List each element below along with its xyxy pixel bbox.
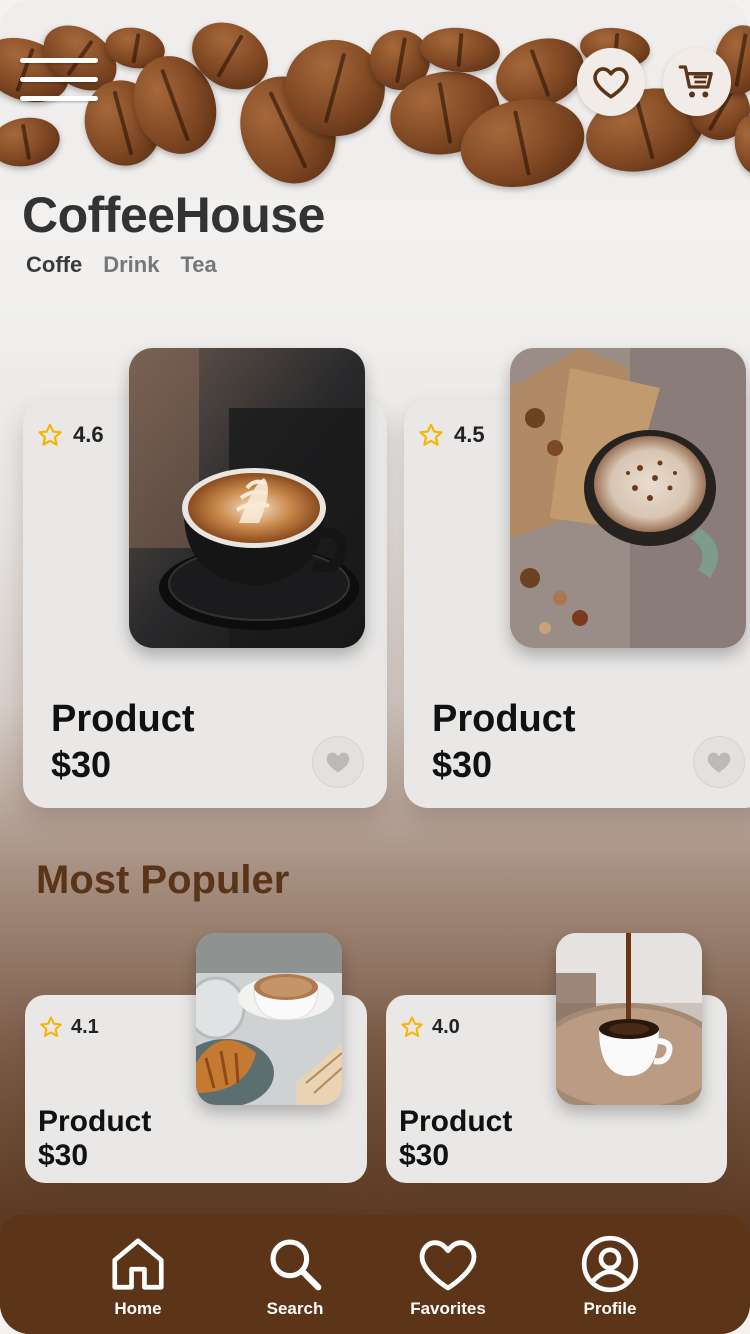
hamburger-menu-icon[interactable]: [20, 58, 98, 104]
cappuccino-bread-illustration: [510, 348, 746, 648]
star-icon: [38, 423, 62, 446]
heart-icon: [419, 1240, 477, 1291]
product-price: $30: [38, 1139, 89, 1172]
rating: 4.5: [418, 422, 485, 448]
bottom-navigation: Home Search Favorites Profile: [0, 1215, 750, 1334]
heart-icon: [707, 752, 731, 773]
cappuccino-bread-image: [510, 348, 746, 648]
star-icon: [40, 1016, 62, 1037]
home-icon: [112, 1238, 164, 1290]
search-icon: [270, 1239, 322, 1291]
espresso-pour-image: [556, 933, 702, 1105]
product-price: $30: [432, 744, 493, 785]
profile-icon: [581, 1235, 639, 1293]
nav-favorites-label: Favorites: [410, 1299, 486, 1318]
nav-home-label: Home: [114, 1299, 162, 1318]
nav-search[interactable]: Search: [235, 1233, 355, 1319]
tab-coffe[interactable]: Coffe: [26, 252, 82, 278]
latte-art-image: [129, 348, 365, 648]
tab-tea[interactable]: Tea: [180, 252, 216, 278]
rating: 4.0: [400, 1015, 460, 1039]
heart-icon: [593, 67, 629, 99]
cart-icon: [678, 65, 713, 98]
rating-value: 4.5: [454, 422, 485, 447]
star-icon: [419, 423, 443, 446]
most-popular-title: Most Populer: [36, 858, 290, 902]
espresso-pour-illustration: [556, 933, 702, 1105]
add-to-favorites-button[interactable]: [693, 736, 745, 788]
rating: 4.1: [39, 1015, 99, 1039]
rating-value: 4.0: [432, 1015, 460, 1038]
add-to-favorites-button[interactable]: [312, 736, 364, 788]
tab-drink[interactable]: Drink: [103, 252, 159, 278]
category-tabs: Coffe Drink Tea: [26, 252, 217, 278]
product-name: Product: [38, 1105, 152, 1138]
cart-button[interactable]: [663, 48, 731, 116]
rating-value: 4.1: [71, 1015, 99, 1038]
product-price: $30: [51, 744, 112, 785]
cappuccino-croissant-illustration: [196, 933, 342, 1105]
star-icon: [401, 1016, 423, 1037]
rating-value: 4.6: [73, 422, 104, 447]
product-name: Product: [399, 1105, 513, 1138]
product-name: Product: [51, 698, 195, 740]
latte-art-illustration: [129, 348, 365, 648]
app-title: CoffeeHouse: [22, 187, 325, 243]
rating: 4.6: [37, 422, 104, 448]
nav-search-label: Search: [266, 1299, 324, 1318]
favorites-header-button[interactable]: [577, 48, 645, 116]
product-name: Product: [432, 698, 576, 740]
app-screen: CoffeeHouse Coffe Drink Tea 4.6 Product …: [0, 0, 750, 1334]
nav-profile[interactable]: Profile: [550, 1233, 670, 1319]
nav-favorites[interactable]: Favorites: [388, 1233, 508, 1319]
product-price: $30: [399, 1139, 450, 1172]
nav-home[interactable]: Home: [78, 1233, 198, 1319]
cappuccino-croissant-image: [196, 933, 342, 1105]
nav-profile-label: Profile: [583, 1299, 637, 1318]
heart-icon: [326, 752, 350, 773]
